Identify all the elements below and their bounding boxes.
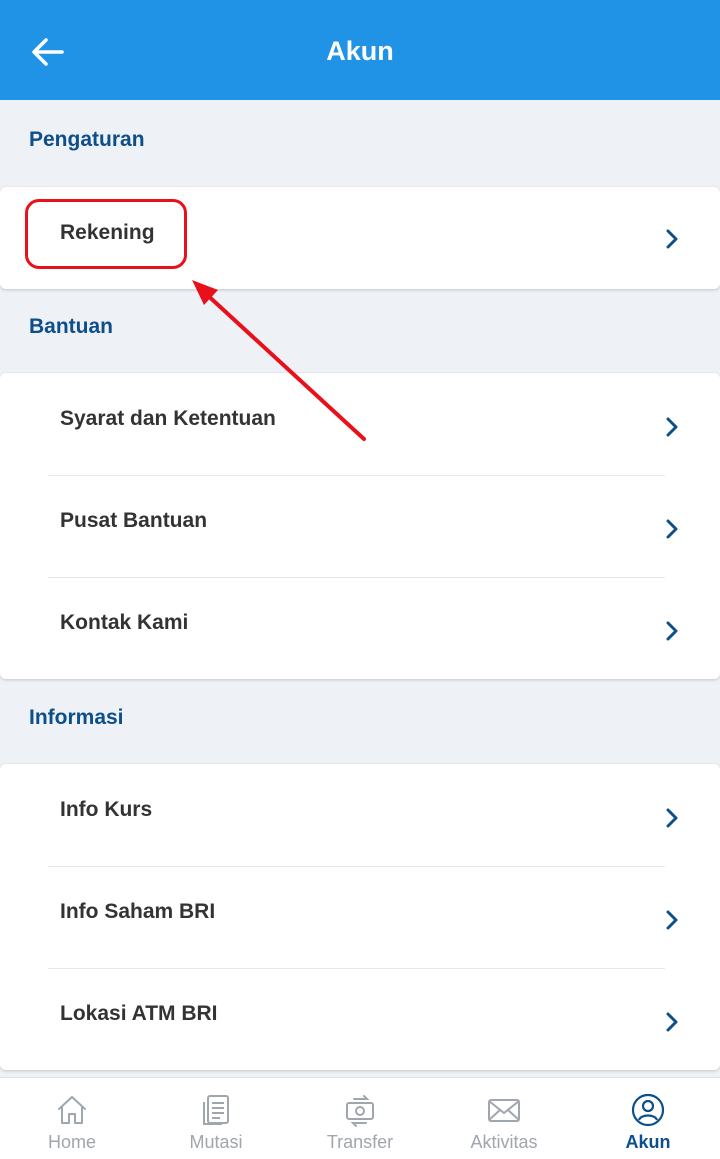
- app-bar: Akun: [0, 0, 720, 100]
- chevron-right-icon: [666, 229, 678, 249]
- menu-item-lokasi-atm-bri[interactable]: Lokasi ATM BRI: [0, 968, 720, 1070]
- chevron-right-icon: [666, 1012, 678, 1032]
- nav-label: Mutasi: [189, 1132, 243, 1152]
- nav-label: Aktivitas: [470, 1132, 538, 1152]
- section-title-bantuan: Bantuan: [29, 315, 113, 338]
- user-circle-icon: [631, 1093, 665, 1127]
- menu-item-label: Lokasi ATM BRI: [60, 1002, 218, 1025]
- menu-item-label: Pusat Bantuan: [60, 509, 208, 532]
- nav-item-akun[interactable]: Akun: [576, 1078, 720, 1159]
- bottom-navigation: Home Mutasi Transfer Aktivitas Akun: [0, 1077, 720, 1159]
- chevron-right-icon: [666, 910, 678, 930]
- nav-item-transfer[interactable]: Transfer: [288, 1078, 432, 1159]
- menu-item-info-saham-bri[interactable]: Info Saham BRI: [0, 866, 720, 968]
- nav-label: Akun: [625, 1132, 671, 1152]
- menu-item-syarat-dan-ketentuan[interactable]: Syarat dan Ketentuan: [0, 373, 720, 475]
- menu-item-pusat-bantuan[interactable]: Pusat Bantuan: [0, 475, 720, 577]
- chevron-right-icon: [666, 621, 678, 641]
- nav-item-home[interactable]: Home: [0, 1078, 144, 1159]
- chevron-right-icon: [666, 417, 678, 437]
- help-card: Syarat dan Ketentuan Pusat Bantuan Konta…: [0, 373, 720, 679]
- menu-item-kontak-kami[interactable]: Kontak Kami: [0, 577, 720, 679]
- nav-label: Transfer: [326, 1132, 394, 1152]
- menu-item-label: Info Kurs: [60, 798, 153, 821]
- nav-item-aktivitas[interactable]: Aktivitas: [432, 1078, 576, 1159]
- mail-icon: [488, 1099, 520, 1122]
- section-title-pengaturan: Pengaturan: [29, 128, 145, 151]
- info-card: Info Kurs Info Saham BRI Lokasi ATM BRI: [0, 764, 720, 1070]
- menu-item-info-kurs[interactable]: Info Kurs: [0, 764, 720, 866]
- menu-item-label: Syarat dan Ketentuan: [60, 407, 276, 430]
- document-icon: [203, 1095, 229, 1125]
- transfer-icon: [346, 1095, 374, 1127]
- highlight-box: [25, 199, 187, 269]
- chevron-right-icon: [666, 808, 678, 828]
- home-icon: [58, 1096, 86, 1124]
- menu-item-label: Kontak Kami: [60, 611, 189, 634]
- chevron-right-icon: [666, 519, 678, 539]
- nav-item-mutasi[interactable]: Mutasi: [144, 1078, 288, 1159]
- page-title: Akun: [326, 36, 394, 66]
- menu-item-label: Info Saham BRI: [60, 900, 216, 923]
- nav-label: Home: [47, 1132, 96, 1152]
- section-title-informasi: Informasi: [29, 706, 124, 729]
